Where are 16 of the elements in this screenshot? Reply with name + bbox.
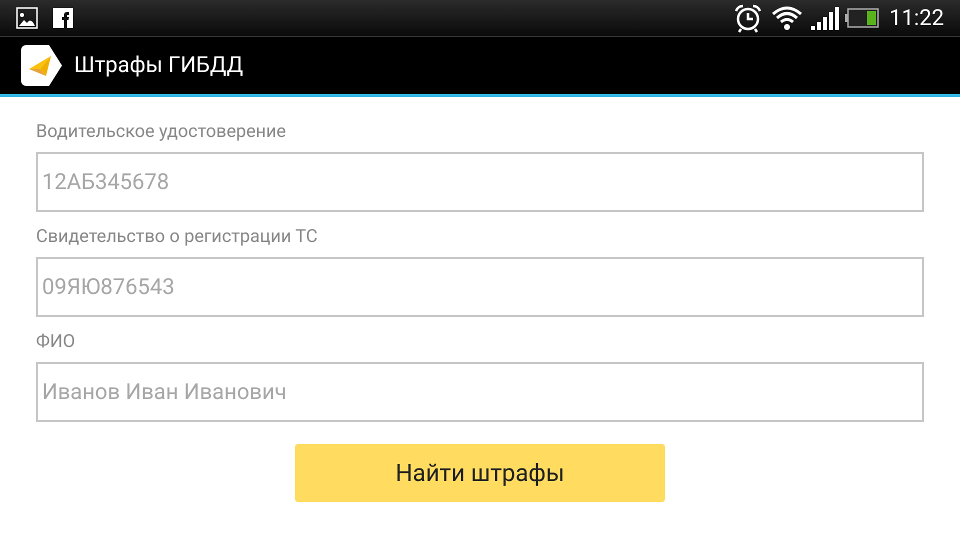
input-field[interactable]: Иванов Иван Иванович (36, 362, 924, 422)
input-field[interactable]: 09ЯЮ876543 (36, 257, 924, 317)
find-fines-button[interactable]: Найти штрафы (295, 444, 665, 502)
wifi-icon (771, 5, 804, 31)
image-icon (16, 7, 38, 29)
field-label: Свидетельство о регистрации ТС (36, 226, 319, 248)
input-field[interactable]: 12АБ345678 (36, 152, 924, 212)
facebook-icon (53, 8, 73, 28)
clock-time: 11:22 (889, 4, 944, 32)
battery-icon (845, 8, 880, 28)
signal-icon (811, 6, 840, 30)
alarm-clock-icon (733, 3, 764, 33)
app-title: Штрафы ГИБДД (74, 52, 244, 80)
field-label: ФИО (36, 331, 76, 353)
field-label: Водительское удостоверение (36, 121, 287, 143)
app-logo-icon (21, 45, 62, 86)
